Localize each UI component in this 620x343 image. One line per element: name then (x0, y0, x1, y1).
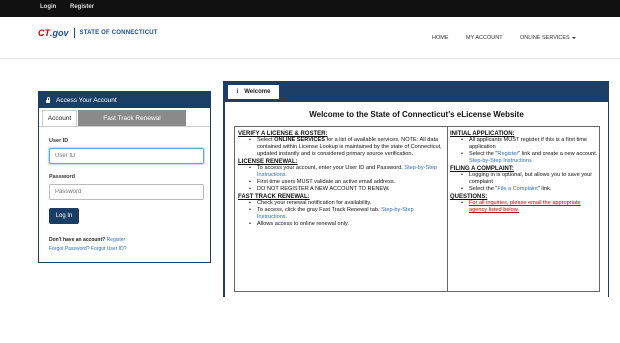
questions-text: For all inquiries, please email the appr… (469, 200, 581, 213)
password-input[interactable] (49, 184, 204, 200)
chevron-down-icon (571, 36, 576, 39)
register-inline-link[interactable]: Register (497, 151, 518, 157)
tab-welcome[interactable]: i Welcome (228, 85, 279, 99)
info-icon: i (236, 89, 239, 95)
ct-gov-logo[interactable]: CT .gov STATE OF CONNECTICUT (38, 27, 158, 39)
list-item: All applicants MUST register if this is … (450, 137, 598, 151)
list-item: Allows access to online renewal only. (238, 221, 443, 228)
list-item: To access, click the gray Fast Track Ren… (238, 207, 443, 221)
list-item: For all inquiries, please email the appr… (450, 200, 598, 214)
access-panel-header: Access Your Account (39, 92, 210, 108)
info-left-column: VERIFY A LICENSE & ROSTER: Select ONLINE… (238, 130, 443, 228)
logo-gov: .gov (50, 28, 69, 38)
site-header: CT .gov STATE OF CONNECTICUT HOME MY ACC… (0, 17, 620, 59)
list-item: Select the "Register" link and create a … (450, 151, 598, 165)
forgot-password-link[interactable]: Forgot Password? (49, 246, 90, 252)
questions-list: For all inquiries, please email the appr… (450, 200, 598, 214)
forgot-links: Forgot Password? Forgot User ID? (49, 246, 127, 252)
no-account-label: Don't have an account? (49, 237, 106, 243)
tab-account[interactable]: Account (42, 110, 77, 126)
login-button[interactable]: Log In (49, 208, 79, 224)
list-item: DO NOT REGISTER A NEW ACCOUNT TO RENEW. (238, 186, 443, 193)
list-item: To access your account, enter your User … (238, 165, 443, 179)
no-account-text: Don't have an account? Register (49, 237, 125, 243)
logo-divider (73, 28, 75, 38)
access-account-panel: Access Your Account Account Fast Track R… (38, 91, 211, 263)
fast-track-list: Check your renewal notification for avai… (238, 200, 443, 228)
tab-fast-track-renewal[interactable]: Fast Track Renewal (78, 110, 186, 126)
column-divider (447, 127, 448, 291)
top-utility-bar: Login Register (0, 0, 620, 17)
login-link[interactable]: Login (40, 4, 56, 10)
file-complaint-link[interactable]: File a Complaint (497, 186, 537, 192)
list-item: Check your renewal notification for avai… (238, 200, 443, 207)
verify-list: Select ONLINE SERVICES for a list of ava… (238, 137, 443, 158)
forgot-user-id-link[interactable]: Forgot User ID? (91, 246, 127, 252)
welcome-title: Welcome to the State of Connecticut's eL… (309, 110, 524, 119)
nav-home[interactable]: HOME (432, 35, 449, 41)
user-id-input[interactable] (49, 148, 204, 164)
user-id-label: User ID (49, 138, 69, 144)
list-item: Select the "File a Complaint" link. (450, 186, 598, 193)
nav-my-account[interactable]: MY ACCOUNT (466, 35, 503, 41)
list-item: Logging in is optional, but allows you t… (450, 172, 598, 186)
welcome-body: Welcome to the State of Connecticut's eL… (225, 102, 608, 297)
lock-icon (46, 96, 50, 103)
list-item: Select ONLINE SERVICES for a list of ava… (238, 137, 443, 158)
access-panel-title: Access Your Account (56, 96, 117, 104)
register-link[interactable]: Register (70, 4, 94, 10)
initial-instructions-link[interactable]: Step-by-Step Instructions (469, 158, 532, 164)
logo-ct: CT (38, 28, 50, 38)
info-right-column: INITIAL APPLICATION: All applicants MUST… (450, 130, 598, 214)
complaint-list: Logging in is optional, but allows you t… (450, 172, 598, 193)
logo-state-name: STATE OF CONNECTICUT (79, 30, 158, 36)
list-item: First time users MUST validate an active… (238, 179, 443, 186)
password-label: Password (49, 174, 75, 180)
welcome-tab-label: Welcome (244, 89, 271, 95)
login-tabs: Account Fast Track Renewal (39, 110, 210, 126)
tab-divider (39, 126, 210, 127)
online-services-bold: ONLINE SERVICES (274, 137, 325, 143)
welcome-panel: i Welcome Welcome to the State of Connec… (223, 81, 609, 297)
initial-list: All applicants MUST register if this is … (450, 137, 598, 165)
nav-online-services[interactable]: ONLINE SERVICES (520, 35, 576, 41)
nav-online-services-label: ONLINE SERVICES (520, 35, 570, 41)
register-account-link[interactable]: Register (107, 237, 126, 243)
renewal-list: To access your account, enter your User … (238, 165, 443, 193)
info-box: VERIFY A LICENSE & ROSTER: Select ONLINE… (234, 126, 600, 292)
